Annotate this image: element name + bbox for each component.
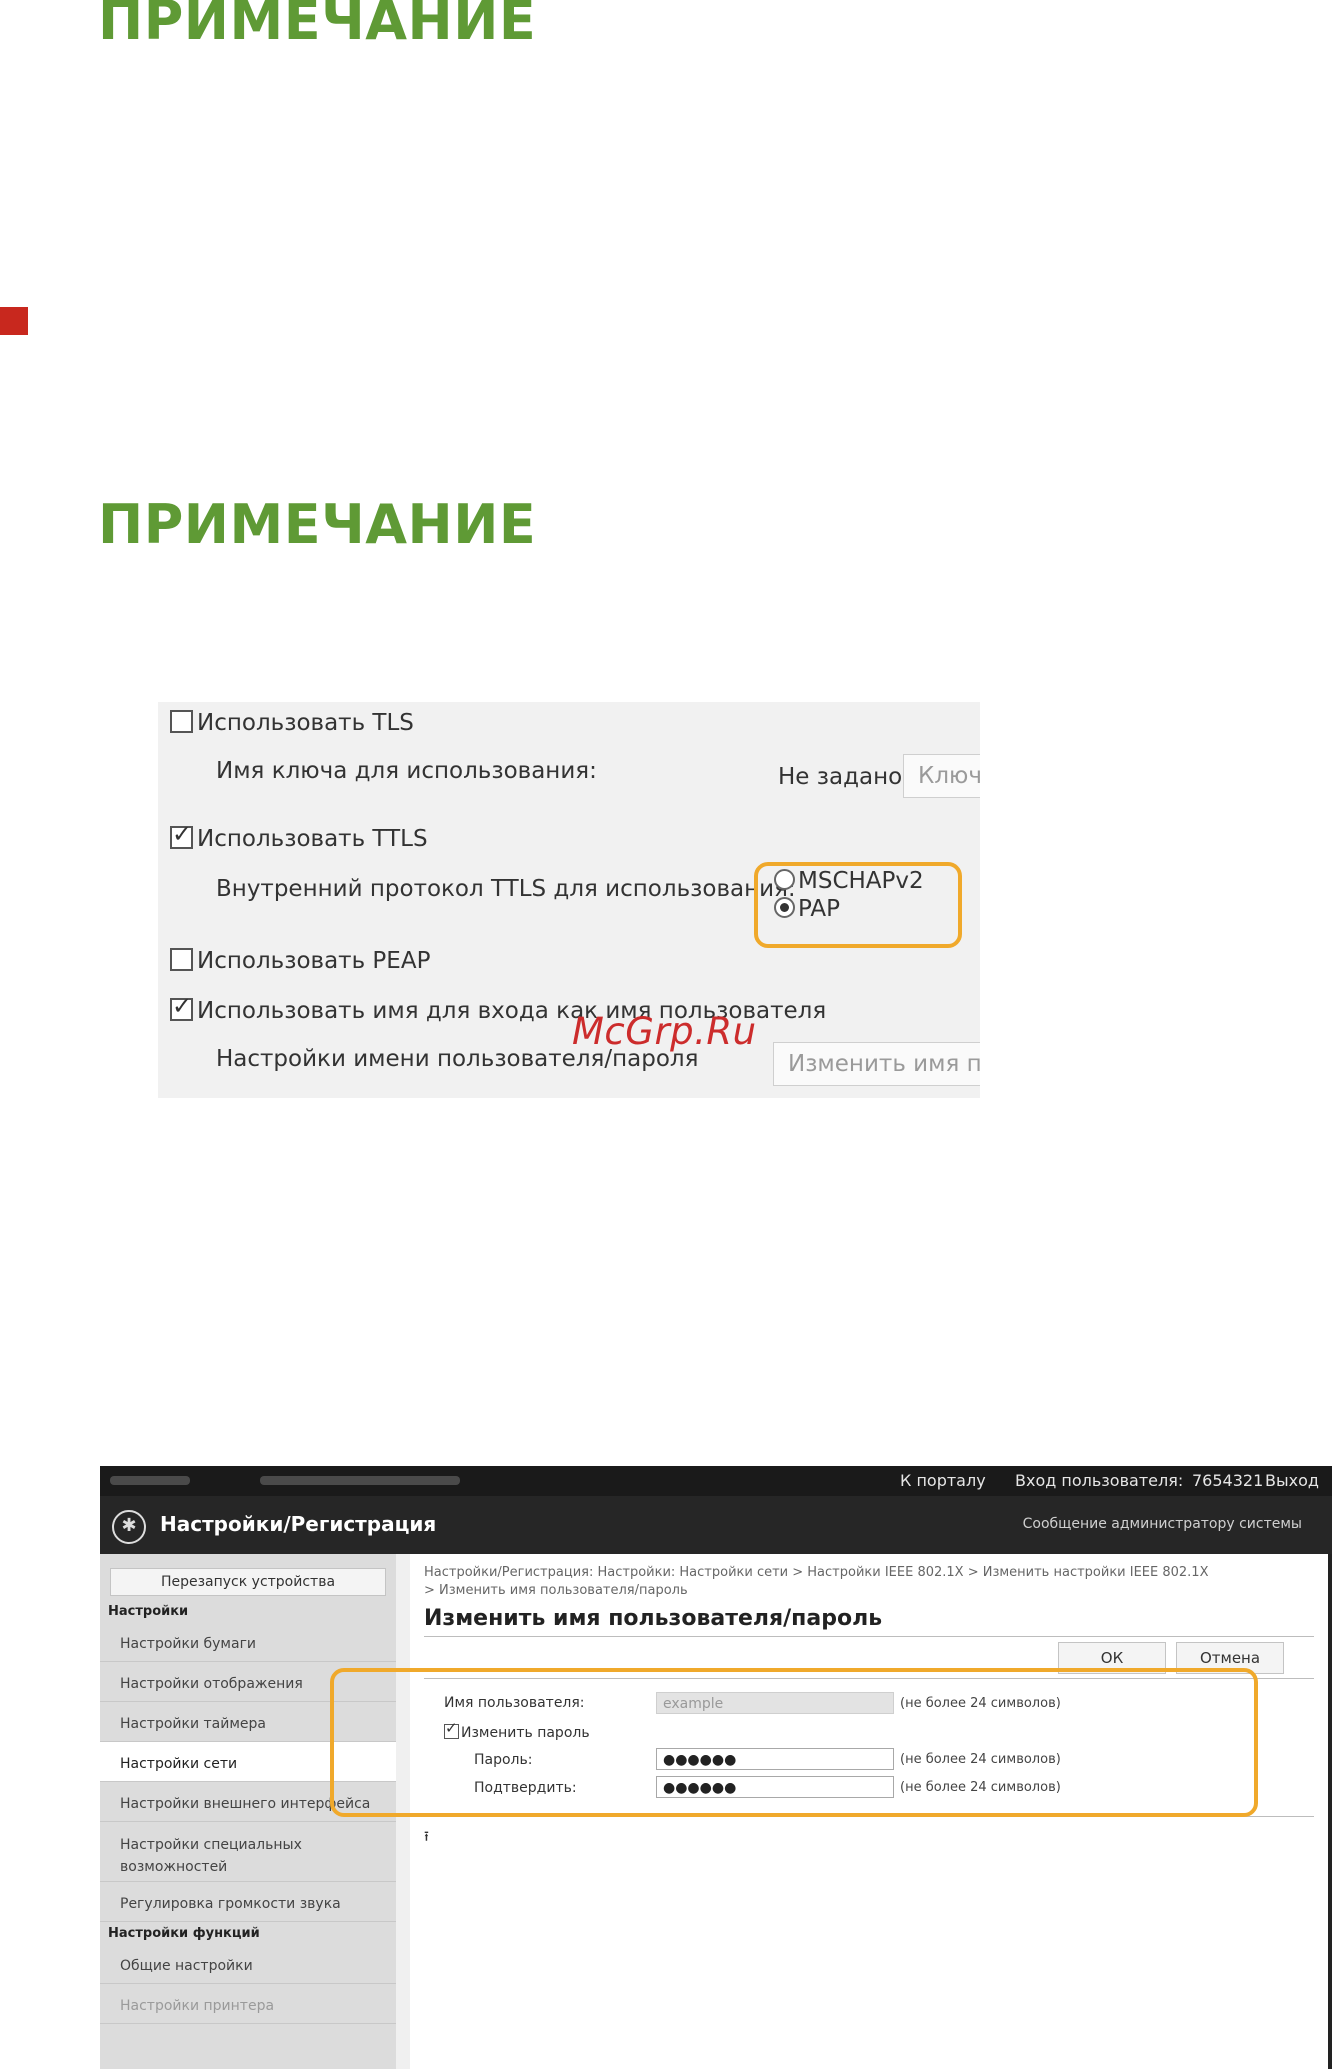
scroll-to-top-icon[interactable]: ⭱ bbox=[424, 1826, 429, 1850]
window-edge bbox=[1328, 1554, 1332, 2069]
user-id: 7654321 bbox=[1192, 1471, 1264, 1490]
use-ttls-row[interactable]: Использовать TTLS bbox=[170, 820, 428, 852]
ttls-settings-panel: Использовать TLS Имя ключа для использов… bbox=[158, 702, 980, 1098]
ttls-highlight-frame bbox=[754, 862, 962, 948]
sidebar-item-printer[interactable]: Настройки принтера bbox=[100, 1984, 396, 2024]
change-credentials-button[interactable]: Изменить имя по bbox=[773, 1042, 980, 1086]
use-tls-label: Использовать TLS bbox=[197, 710, 414, 736]
key-button[interactable]: Ключ bbox=[903, 754, 980, 798]
sidebar-item-accessibility[interactable]: Настройки специальных возможностей bbox=[100, 1822, 396, 1882]
use-peap-row[interactable]: Использовать PEAP bbox=[170, 948, 430, 974]
ttls-protocol-label: Внутренний протокол TTLS для использован… bbox=[216, 876, 796, 902]
sidebar-item-common[interactable]: Общие настройки bbox=[100, 1944, 396, 1984]
use-tls-checkbox[interactable] bbox=[170, 710, 193, 733]
sidebar-item-paper[interactable]: Настройки бумаги bbox=[100, 1622, 396, 1662]
use-ttls-checkbox[interactable] bbox=[170, 820, 193, 849]
sidebar-item-volume[interactable]: Регулировка громкости звука bbox=[100, 1882, 396, 1922]
portal-link[interactable]: К порталу bbox=[900, 1471, 986, 1490]
breadcrumb-line-2[interactable]: > Изменить имя пользователя/пароль bbox=[424, 1582, 1208, 1600]
admin-message-link[interactable]: Сообщение администратору системы bbox=[1023, 1516, 1302, 1532]
page-title: Изменить имя пользователя/пароль bbox=[424, 1606, 883, 1631]
credentials-highlight-frame bbox=[330, 1668, 1258, 1817]
note-heading-1: ПРИМЕЧАНИЕ bbox=[98, 0, 537, 52]
settings-logo-icon: ✱ bbox=[112, 1510, 146, 1544]
use-peap-checkbox[interactable] bbox=[170, 948, 193, 971]
use-login-name-checkbox[interactable] bbox=[170, 992, 193, 1021]
blurred-text bbox=[110, 1476, 190, 1485]
breadcrumb: Настройки/Регистрация: Настройки: Настро… bbox=[424, 1564, 1208, 1600]
top-bar: К порталу Вход пользователя: 7654321 Вых… bbox=[100, 1466, 1332, 1496]
app-header: ✱ Настройки/Регистрация Сообщение админи… bbox=[100, 1496, 1332, 1554]
use-ttls-label: Использовать TTLS bbox=[197, 826, 428, 852]
sidebar-section-functions: Настройки функций bbox=[108, 1926, 260, 1941]
restart-device-button[interactable]: Перезапуск устройства bbox=[110, 1568, 386, 1596]
note-heading-2: ПРИМЕЧАНИЕ bbox=[98, 493, 537, 556]
logout-link[interactable]: Выход bbox=[1265, 1471, 1319, 1490]
user-login-label: Вход пользователя: bbox=[1015, 1471, 1184, 1490]
divider bbox=[424, 1636, 1314, 1637]
red-marker bbox=[0, 307, 28, 335]
use-peap-label: Использовать PEAP bbox=[197, 948, 431, 974]
sidebar-section-settings: Настройки bbox=[108, 1604, 189, 1619]
app-title: Настройки/Регистрация bbox=[160, 1512, 437, 1536]
watermark: McGrp.Ru bbox=[572, 1010, 757, 1053]
blurred-text bbox=[260, 1476, 460, 1485]
use-tls-row[interactable]: Использовать TLS bbox=[170, 710, 414, 736]
breadcrumb-line-1[interactable]: Настройки/Регистрация: Настройки: Настро… bbox=[424, 1564, 1208, 1582]
key-value: Не задано. bbox=[778, 764, 910, 790]
key-name-label: Имя ключа для использования: bbox=[216, 758, 597, 784]
